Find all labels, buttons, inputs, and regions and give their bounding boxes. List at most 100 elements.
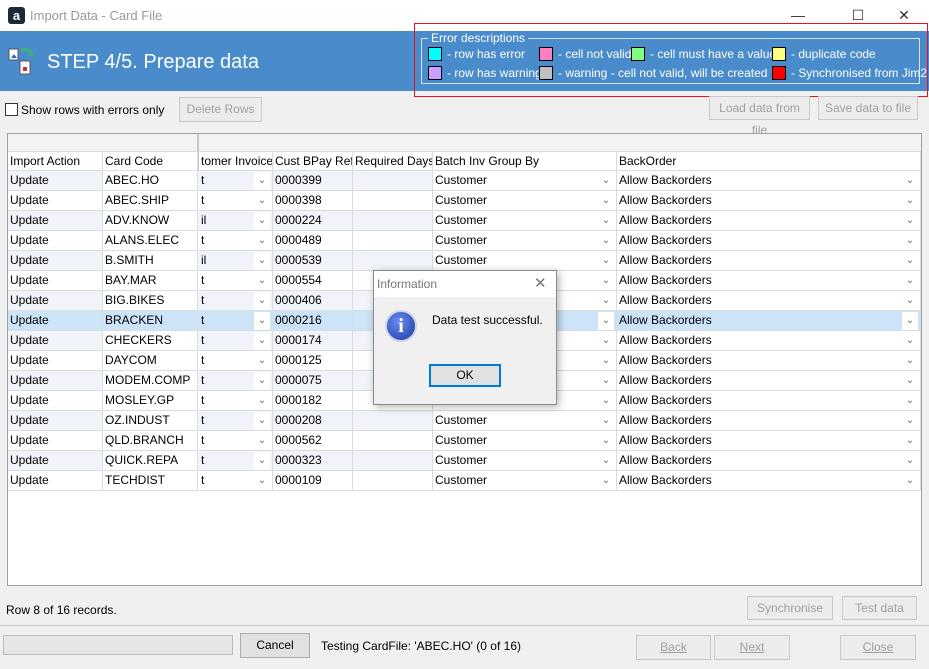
cell-cust-bpay-ref[interactable]: 0000109 xyxy=(273,471,353,491)
chevron-down-icon[interactable]: ⌄ xyxy=(598,312,614,330)
cell-required-days[interactable] xyxy=(353,211,433,231)
cell-import-action[interactable]: Update xyxy=(8,211,103,231)
cell-customer-invoice[interactable]: t ⌄ xyxy=(199,271,273,291)
cell-backorder[interactable]: Allow Backorders ⌄ xyxy=(617,191,921,211)
chevron-down-icon[interactable]: ⌄ xyxy=(254,292,270,310)
chevron-down-icon[interactable]: ⌄ xyxy=(254,252,270,270)
cell-backorder[interactable]: Allow Backorders ⌄ xyxy=(617,391,921,411)
chevron-down-icon[interactable]: ⌄ xyxy=(254,392,270,410)
cell-batch-inv-group-by[interactable]: Customer ⌄ xyxy=(433,471,617,491)
cell-import-action[interactable]: Update xyxy=(8,191,103,211)
cell-card-code[interactable]: QUICK.REPA xyxy=(103,451,198,471)
cell-card-code[interactable]: MODEM.COMP xyxy=(103,371,198,391)
cell-backorder[interactable]: Allow Backorders ⌄ xyxy=(617,411,921,431)
cell-customer-invoice[interactable]: t ⌄ xyxy=(199,311,273,331)
cell-customer-invoice[interactable]: t ⌄ xyxy=(199,171,273,191)
column-header-customer-invoice[interactable]: tomer Invoice \ xyxy=(199,152,273,171)
cell-cust-bpay-ref[interactable]: 0000174 xyxy=(273,331,353,351)
chevron-down-icon[interactable]: ⌄ xyxy=(254,212,270,230)
cell-customer-invoice[interactable]: t ⌄ xyxy=(199,451,273,471)
cell-card-code[interactable]: ABEC.HO xyxy=(103,171,198,191)
chevron-down-icon[interactable]: ⌄ xyxy=(254,232,270,250)
column-header-backorder[interactable]: BackOrder xyxy=(617,152,921,171)
cell-batch-inv-group-by[interactable]: Customer ⌄ xyxy=(433,171,617,191)
chevron-down-icon[interactable]: ⌄ xyxy=(598,372,614,390)
cell-cust-bpay-ref[interactable]: 0000562 xyxy=(273,431,353,451)
cell-import-action[interactable]: Update xyxy=(8,171,103,191)
chevron-down-icon[interactable]: ⌄ xyxy=(254,312,270,330)
cell-import-action[interactable]: Update xyxy=(8,371,103,391)
cell-required-days[interactable] xyxy=(353,451,433,471)
cell-cust-bpay-ref[interactable]: 0000125 xyxy=(273,351,353,371)
cell-cust-bpay-ref[interactable]: 0000406 xyxy=(273,291,353,311)
cell-import-action[interactable]: Update xyxy=(8,251,103,271)
cell-batch-inv-group-by[interactable]: Customer ⌄ xyxy=(433,431,617,451)
close-button[interactable]: Close xyxy=(840,635,916,660)
cell-required-days[interactable] xyxy=(353,191,433,211)
cell-backorder[interactable]: Allow Backorders ⌄ xyxy=(617,451,921,471)
chevron-down-icon[interactable]: ⌄ xyxy=(902,292,918,310)
cell-backorder[interactable]: Allow Backorders ⌄ xyxy=(617,271,921,291)
chevron-down-icon[interactable]: ⌄ xyxy=(902,352,918,370)
save-data-button[interactable]: Save data to file xyxy=(818,96,918,120)
cell-import-action[interactable]: Update xyxy=(8,351,103,371)
chevron-down-icon[interactable]: ⌄ xyxy=(902,252,918,270)
cell-card-code[interactable]: DAYCOM xyxy=(103,351,198,371)
chevron-down-icon[interactable]: ⌄ xyxy=(254,472,270,490)
back-button[interactable]: Back xyxy=(636,635,711,660)
cell-backorder[interactable]: Allow Backorders ⌄ xyxy=(617,251,921,271)
cell-cust-bpay-ref[interactable]: 0000539 xyxy=(273,251,353,271)
chevron-down-icon[interactable]: ⌄ xyxy=(598,472,614,490)
column-header-cust-bpay-ref[interactable]: Cust BPay Ref xyxy=(273,152,353,171)
cell-card-code[interactable]: ALANS.ELEC xyxy=(103,231,198,251)
cell-customer-invoice[interactable]: t ⌄ xyxy=(199,351,273,371)
cell-card-code[interactable]: MOSLEY.GP xyxy=(103,391,198,411)
cell-required-days[interactable] xyxy=(353,471,433,491)
cell-card-code[interactable]: ADV.KNOW xyxy=(103,211,198,231)
cell-backorder[interactable]: Allow Backorders ⌄ xyxy=(617,171,921,191)
chevron-down-icon[interactable]: ⌄ xyxy=(598,392,614,410)
cell-import-action[interactable]: Update xyxy=(8,451,103,471)
cell-required-days[interactable] xyxy=(353,231,433,251)
chevron-down-icon[interactable]: ⌄ xyxy=(902,212,918,230)
dialog-close-icon[interactable]: ✕ xyxy=(534,274,547,292)
test-data-button[interactable]: Test data xyxy=(842,596,917,620)
cell-cust-bpay-ref[interactable]: 0000323 xyxy=(273,451,353,471)
cell-customer-invoice[interactable]: il ⌄ xyxy=(199,211,273,231)
cell-batch-inv-group-by[interactable]: Customer ⌄ xyxy=(433,451,617,471)
cell-card-code[interactable]: BRACKEN xyxy=(103,311,198,331)
cell-batch-inv-group-by[interactable]: Customer ⌄ xyxy=(433,411,617,431)
cell-customer-invoice[interactable]: t ⌄ xyxy=(199,431,273,451)
cell-card-code[interactable]: BIG.BIKES xyxy=(103,291,198,311)
cell-cust-bpay-ref[interactable]: 0000554 xyxy=(273,271,353,291)
load-data-button[interactable]: Load data from file xyxy=(709,96,810,137)
chevron-down-icon[interactable]: ⌄ xyxy=(254,352,270,370)
chevron-down-icon[interactable]: ⌄ xyxy=(598,432,614,450)
cell-customer-invoice[interactable]: t ⌄ xyxy=(199,191,273,211)
chevron-down-icon[interactable]: ⌄ xyxy=(902,432,918,450)
column-header-import-action[interactable]: Import Action xyxy=(8,152,103,171)
cell-customer-invoice[interactable]: t ⌄ xyxy=(199,291,273,311)
cell-backorder[interactable]: Allow Backorders ⌄ xyxy=(617,371,921,391)
chevron-down-icon[interactable]: ⌄ xyxy=(254,272,270,290)
column-header-required-days[interactable]: Required Days xyxy=(353,152,433,171)
chevron-down-icon[interactable]: ⌄ xyxy=(254,192,270,210)
cell-import-action[interactable]: Update xyxy=(8,231,103,251)
cell-customer-invoice[interactable]: t ⌄ xyxy=(199,371,273,391)
cell-card-code[interactable]: OZ.INDUST xyxy=(103,411,198,431)
chevron-down-icon[interactable]: ⌄ xyxy=(598,172,614,190)
show-errors-checkbox[interactable] xyxy=(5,103,18,116)
cell-import-action[interactable]: Update xyxy=(8,411,103,431)
cell-batch-inv-group-by[interactable]: Customer ⌄ xyxy=(433,191,617,211)
cell-cust-bpay-ref[interactable]: 0000216 xyxy=(273,311,353,331)
cell-batch-inv-group-by[interactable]: Customer ⌄ xyxy=(433,251,617,271)
chevron-down-icon[interactable]: ⌄ xyxy=(902,332,918,350)
chevron-down-icon[interactable]: ⌄ xyxy=(902,312,918,330)
synchronise-button[interactable]: Synchronise xyxy=(747,596,833,620)
chevron-down-icon[interactable]: ⌄ xyxy=(598,252,614,270)
cell-import-action[interactable]: Update xyxy=(8,471,103,491)
chevron-down-icon[interactable]: ⌄ xyxy=(598,412,614,430)
cell-cust-bpay-ref[interactable]: 0000075 xyxy=(273,371,353,391)
cell-required-days[interactable] xyxy=(353,411,433,431)
cell-cust-bpay-ref[interactable]: 0000182 xyxy=(273,391,353,411)
